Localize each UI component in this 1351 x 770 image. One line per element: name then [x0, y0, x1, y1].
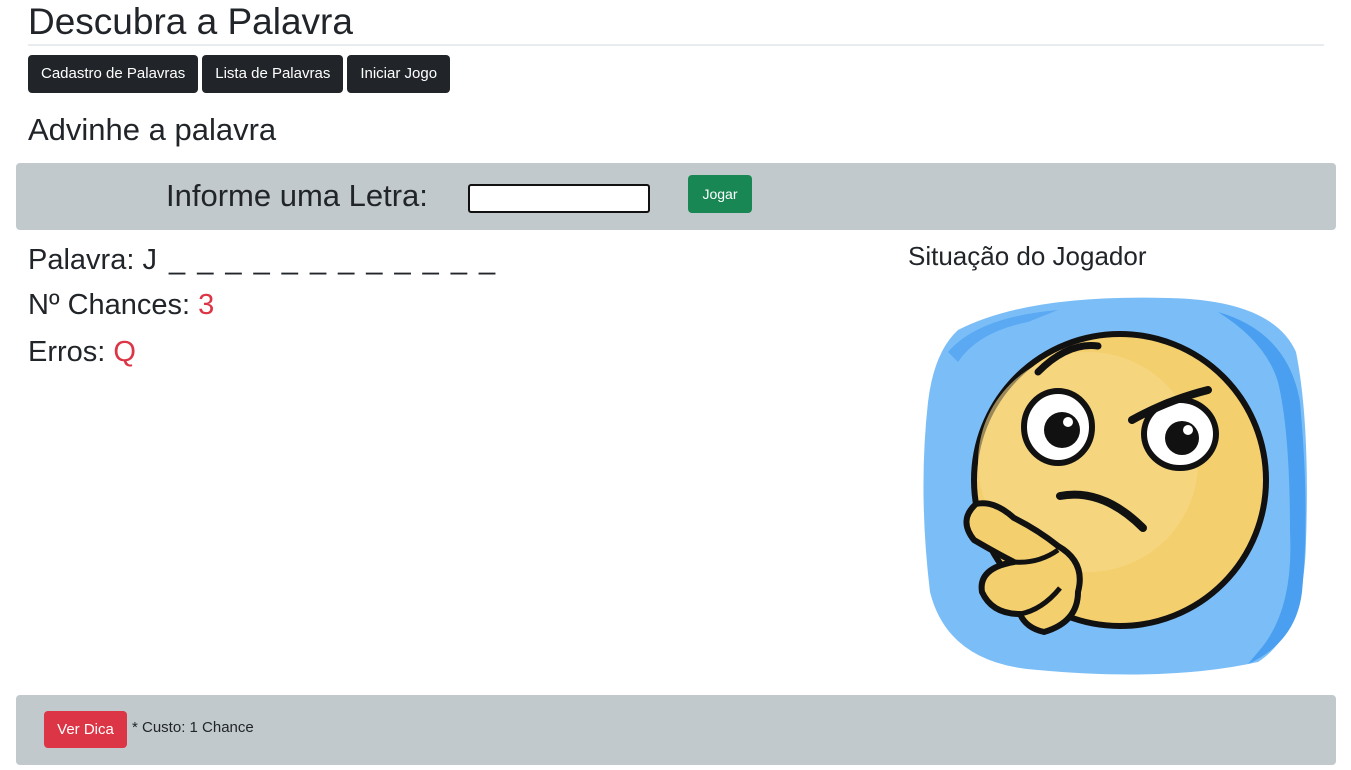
nav-bar: Cadastro de Palavras Lista de Palavras I… — [28, 55, 451, 93]
title-divider — [28, 44, 1324, 46]
errors-label: Erros: — [28, 336, 106, 368]
chances-value: 3 — [198, 289, 215, 321]
word-value: J _ _ _ _ _ _ _ _ _ _ _ _ — [142, 244, 498, 276]
page-title: Descubra a Palavra — [28, 1, 353, 42]
letter-panel: Informe uma Letra: Jogar — [16, 163, 1336, 230]
play-button[interactable]: Jogar — [688, 175, 752, 213]
chances-row: Nº Chances: 3 — [28, 287, 214, 323]
nav-iniciar-jogo-button[interactable]: Iniciar Jogo — [347, 55, 451, 93]
word-row: Palavra: J _ _ _ _ _ _ _ _ _ _ _ _ — [28, 242, 497, 278]
errors-value: Q — [113, 336, 136, 368]
hint-panel: Ver Dica * Custo: 1 Chance — [16, 695, 1336, 765]
letter-label: Informe uma Letra: — [166, 178, 428, 213]
view-hint-button[interactable]: Ver Dica — [44, 711, 127, 748]
errors-row: Erros: Q — [28, 334, 136, 370]
player-status-image — [918, 292, 1310, 676]
thinking-face-icon — [923, 297, 1307, 675]
player-status-title: Situação do Jogador — [908, 241, 1147, 271]
nav-cadastro-palavras-button[interactable]: Cadastro de Palavras — [28, 55, 199, 93]
game-subtitle: Advinhe a palavra — [28, 112, 277, 147]
nav-lista-palavras-button[interactable]: Lista de Palavras — [202, 55, 344, 93]
chances-label: Nº Chances: — [28, 289, 191, 321]
hint-cost-text: * Custo: 1 Chance — [132, 719, 254, 736]
letter-input[interactable] — [468, 184, 650, 213]
word-label: Palavra: — [28, 244, 135, 276]
